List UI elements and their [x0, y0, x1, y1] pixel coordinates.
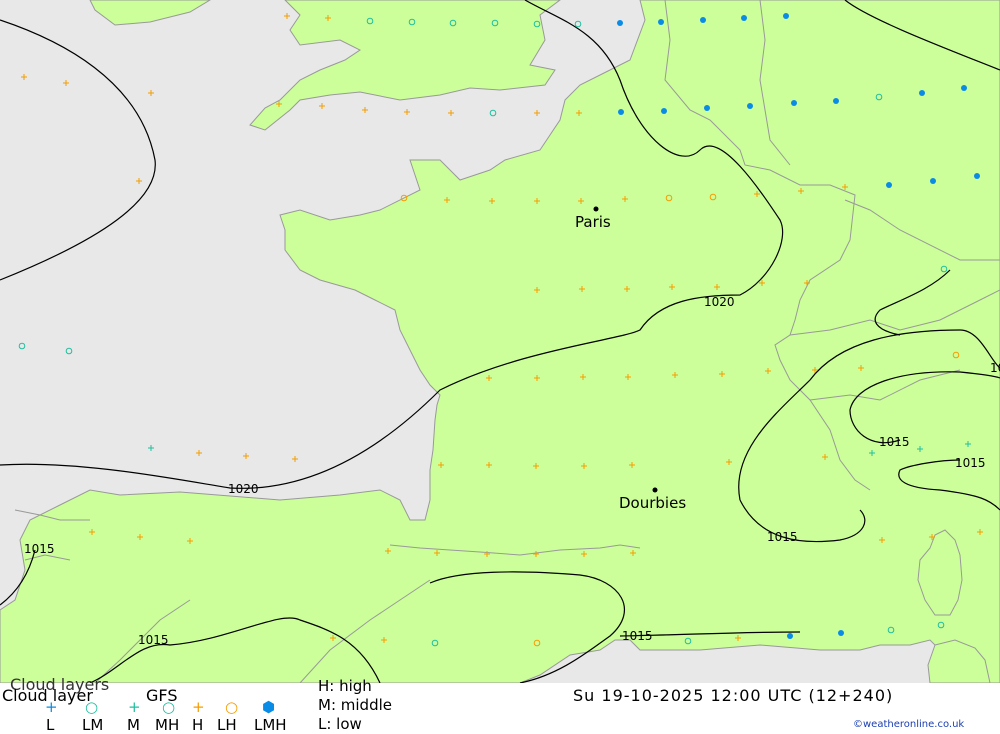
symbol-label: H — [192, 716, 204, 734]
isobar-label: 1015 — [622, 629, 653, 643]
forecast-datetime: Su 19-10-2025 12:00 UTC (12+240) — [573, 686, 894, 705]
all-layers-cloud-marker — [658, 19, 664, 25]
plus-icon: + — [128, 698, 141, 716]
key-high: H: high — [318, 677, 372, 695]
isobar-label: 1020 — [228, 482, 259, 496]
plus-icon: + — [192, 698, 205, 716]
isobar-label: 1015 — [955, 456, 986, 470]
isobar-label: 1015 — [767, 530, 798, 544]
weather-map: 1020 1020 1015 1015 1015 1015 1015 1015 … — [0, 0, 1000, 683]
symbol-label: MH — [155, 716, 180, 734]
isobar-label: 10 — [990, 361, 1000, 375]
symbol-label: LH — [217, 716, 237, 734]
all-layers-cloud-marker — [700, 17, 706, 23]
all-layers-cloud-marker — [886, 182, 892, 188]
all-layers-cloud-marker — [787, 633, 793, 639]
credit-link[interactable]: ©weatheronline.co.uk — [853, 719, 964, 730]
isobar-label: 1015 — [24, 542, 55, 556]
all-layers-cloud-marker — [704, 105, 710, 111]
isobar-label: 1015 — [138, 633, 169, 647]
isobar-label: 1020 — [704, 295, 735, 309]
all-layers-cloud-marker — [961, 85, 967, 91]
city-label-paris: Paris — [575, 213, 611, 231]
circle-icon: ○ — [162, 698, 176, 716]
all-layers-cloud-marker — [974, 173, 980, 179]
symbol-label: L — [46, 716, 55, 734]
all-layers-cloud-marker — [838, 630, 844, 636]
all-layers-cloud-marker — [783, 13, 789, 19]
circle-icon: ○ — [225, 698, 239, 716]
city-dot — [652, 487, 658, 493]
all-layers-cloud-marker — [618, 109, 624, 115]
all-layers-cloud-marker — [791, 100, 797, 106]
map-canvas: 1020 1020 1015 1015 1015 1015 1015 1015 … — [0, 0, 1000, 683]
all-layers-cloud-marker — [919, 90, 925, 96]
legend-bar: Cloud layers Cloud layer GFS + ○ + ○ + ○… — [0, 675, 1000, 734]
city-dot — [593, 206, 599, 212]
all-layers-cloud-marker — [747, 103, 753, 109]
isobar-label: 1015 — [879, 435, 910, 449]
key-middle: M: middle — [318, 696, 392, 714]
all-layers-cloud-marker — [930, 178, 936, 184]
key-low: L: low — [318, 715, 362, 733]
symbol-label: LMH — [254, 716, 287, 734]
plus-icon: + — [45, 698, 58, 716]
all-layers-cloud-marker — [741, 15, 747, 21]
all-layers-cloud-marker — [617, 20, 623, 26]
symbol-label: M — [127, 716, 140, 734]
symbol-label: LM — [82, 716, 104, 734]
circle-icon: ○ — [85, 698, 99, 716]
city-label-dourbies: Dourbies — [619, 494, 686, 512]
all-layers-cloud-marker — [833, 98, 839, 104]
all-layers-cloud-marker — [661, 108, 667, 114]
filled-circle-icon: ⬢ — [262, 698, 276, 716]
